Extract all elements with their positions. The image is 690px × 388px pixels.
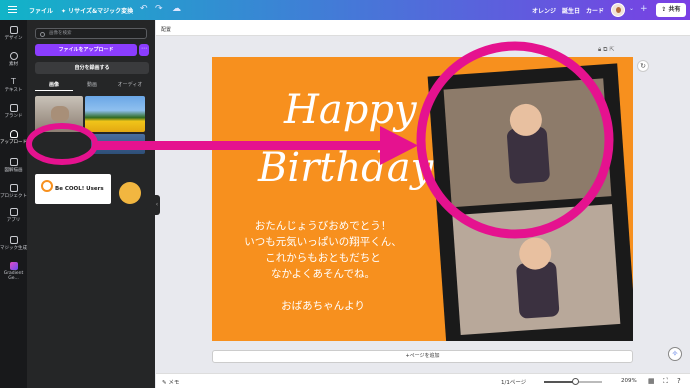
top-bar: ファイル ✦ リサイズ&マジック変換 ↶ ↷ ☁ オレンジ 誕生日 カード ⌄ … bbox=[0, 0, 690, 20]
rail-label: アプリ bbox=[6, 218, 21, 223]
birthday-card-page[interactable]: Happy Birthday! おたんじょうびおめでとう！ いつも元気いっぱいの… bbox=[212, 57, 633, 341]
rail-label: マジック生成 bbox=[0, 246, 27, 251]
add-icon[interactable]: + bbox=[640, 4, 648, 14]
undo-icon[interactable]: ↶ bbox=[140, 4, 148, 14]
redo-icon[interactable]: ↷ bbox=[155, 4, 163, 14]
refresh-icon[interactable]: ↻ bbox=[637, 60, 649, 72]
mascot-shape bbox=[119, 182, 141, 204]
uploaded-image-blue[interactable] bbox=[91, 134, 145, 154]
chevron-down-icon[interactable]: ⌄ bbox=[629, 5, 634, 12]
text-icon: T bbox=[11, 77, 16, 86]
rail-item-text[interactable]: T テキスト bbox=[0, 77, 27, 94]
zoom-level[interactable]: 209% bbox=[621, 378, 637, 384]
draw-icon bbox=[9, 158, 18, 166]
logo-text: Be COOL! Users bbox=[55, 186, 104, 192]
bottom-bar: ✎ メモ 1/1ページ 209% ▦ ⛶ ? bbox=[156, 373, 690, 388]
fullscreen-icon[interactable]: ⛶ bbox=[663, 377, 668, 386]
search-placeholder: 画像を検索 bbox=[49, 31, 72, 36]
rail-label: Gradient Ge... bbox=[3, 271, 24, 281]
zoom-slider-fill bbox=[544, 381, 576, 383]
rail-label: アップロード bbox=[0, 140, 27, 145]
project-title[interactable]: オレンジ 誕生日 カード bbox=[532, 6, 604, 15]
rail-label: プロジェクト bbox=[0, 194, 27, 199]
gradient-app-icon bbox=[9, 262, 18, 270]
uploaded-image-mascot[interactable] bbox=[115, 172, 147, 210]
file-menu[interactable]: ファイル bbox=[29, 6, 53, 15]
share-page-icon[interactable]: ⇱ bbox=[609, 46, 614, 53]
upload-file-button[interactable]: ファイルをアップロード bbox=[35, 44, 137, 56]
duplicate-icon[interactable]: ⧉ bbox=[603, 46, 607, 53]
position-button[interactable]: 配置 bbox=[161, 26, 171, 33]
child-shape-bottom bbox=[516, 261, 560, 319]
cloud-save-icon[interactable]: ☁ bbox=[172, 4, 181, 14]
upload-more-button[interactable]: ⋯ bbox=[139, 44, 149, 56]
uploaded-image-logo[interactable]: Be COOL! Users bbox=[35, 174, 111, 204]
magic-assistant-icon[interactable]: ✧ bbox=[668, 347, 682, 361]
hamburger-menu-icon[interactable] bbox=[8, 6, 17, 13]
shapes-icon bbox=[9, 52, 18, 60]
upload-cloud-icon bbox=[9, 130, 18, 138]
resize-menu[interactable]: ✦ リサイズ&マジック変換 bbox=[61, 6, 133, 15]
rail-label: デザイン bbox=[4, 36, 23, 41]
rail-item-apps[interactable]: アプリ bbox=[0, 208, 27, 223]
brand-icon bbox=[9, 104, 18, 112]
canva-editor: ファイル ✦ リサイズ&マジック変換 ↶ ↷ ☁ オレンジ 誕生日 カード ⌄ … bbox=[0, 0, 690, 388]
page-indicator[interactable]: 1/1ページ bbox=[501, 378, 526, 386]
rail-item-draw[interactable]: 図解描画 bbox=[0, 158, 27, 173]
rail-item-magic[interactable]: マジック生成 bbox=[0, 236, 27, 251]
rail-label: テキスト bbox=[4, 88, 23, 93]
rail-label: 素材 bbox=[9, 62, 18, 67]
page-tools: 🔒︎ ⧉ ⇱ bbox=[598, 46, 614, 54]
resize-label: リサイズ&マジック変換 bbox=[68, 8, 134, 15]
grid-view-icon[interactable]: ▦ bbox=[648, 377, 655, 385]
rail-label: ブランド bbox=[4, 114, 23, 119]
rail-item-projects[interactable]: プロジェクト bbox=[0, 184, 27, 199]
lock-icon[interactable]: 🔒︎ bbox=[598, 46, 601, 53]
magic-icon bbox=[9, 236, 18, 244]
tab-videos[interactable]: 動画 bbox=[73, 80, 111, 90]
share-label: 共有 bbox=[668, 6, 681, 13]
tab-images[interactable]: 画像 bbox=[35, 80, 73, 91]
rail-item-brand[interactable]: ブランド bbox=[0, 104, 27, 119]
zoom-slider[interactable] bbox=[544, 378, 602, 385]
notes-button[interactable]: ✎ メモ bbox=[162, 378, 179, 386]
rail-item-elements[interactable]: 素材 bbox=[0, 52, 27, 67]
rail-item-design[interactable]: デザイン bbox=[0, 26, 27, 41]
zoom-slider-handle[interactable] bbox=[572, 378, 580, 385]
notes-label: メモ bbox=[168, 380, 180, 386]
rail-item-uploads[interactable]: アップロード bbox=[0, 130, 27, 145]
cat-shape bbox=[51, 106, 69, 122]
rail-label: 図解描画 bbox=[4, 168, 23, 173]
tab-audio[interactable]: オーディオ bbox=[111, 80, 149, 90]
collapse-panel-handle[interactable]: ‹ bbox=[154, 195, 160, 215]
uploads-panel: 画像を検索 ファイルをアップロード ⋯ 自分を録画する 画像 動画 オーディオ … bbox=[27, 20, 155, 388]
layout-icon bbox=[9, 26, 18, 34]
logo-mark-icon bbox=[41, 180, 53, 192]
media-tabs: 画像 動画 オーディオ bbox=[35, 80, 149, 92]
uploaded-image-cat[interactable] bbox=[35, 96, 83, 132]
rail-item-gradient[interactable]: Gradient Ge... bbox=[0, 262, 27, 281]
film-strip[interactable] bbox=[212, 57, 633, 341]
search-icon bbox=[40, 31, 45, 37]
help-icon[interactable]: ? bbox=[677, 377, 681, 385]
apps-icon bbox=[9, 208, 18, 216]
share-button[interactable]: ⇪ 共有 bbox=[656, 3, 686, 17]
search-input[interactable]: 画像を検索 bbox=[35, 28, 147, 39]
user-avatar[interactable] bbox=[611, 3, 625, 17]
add-page-button[interactable]: +ページを追加 bbox=[212, 350, 633, 363]
record-yourself-button[interactable]: 自分を録画する bbox=[35, 62, 149, 74]
left-rail: デザイン 素材 T テキスト ブランド アップロード 図解描画 プロジェクト アプ… bbox=[0, 20, 27, 388]
folder-icon bbox=[9, 184, 18, 192]
uploaded-image-sunflowers[interactable] bbox=[85, 96, 145, 132]
context-toolbar bbox=[156, 20, 690, 36]
